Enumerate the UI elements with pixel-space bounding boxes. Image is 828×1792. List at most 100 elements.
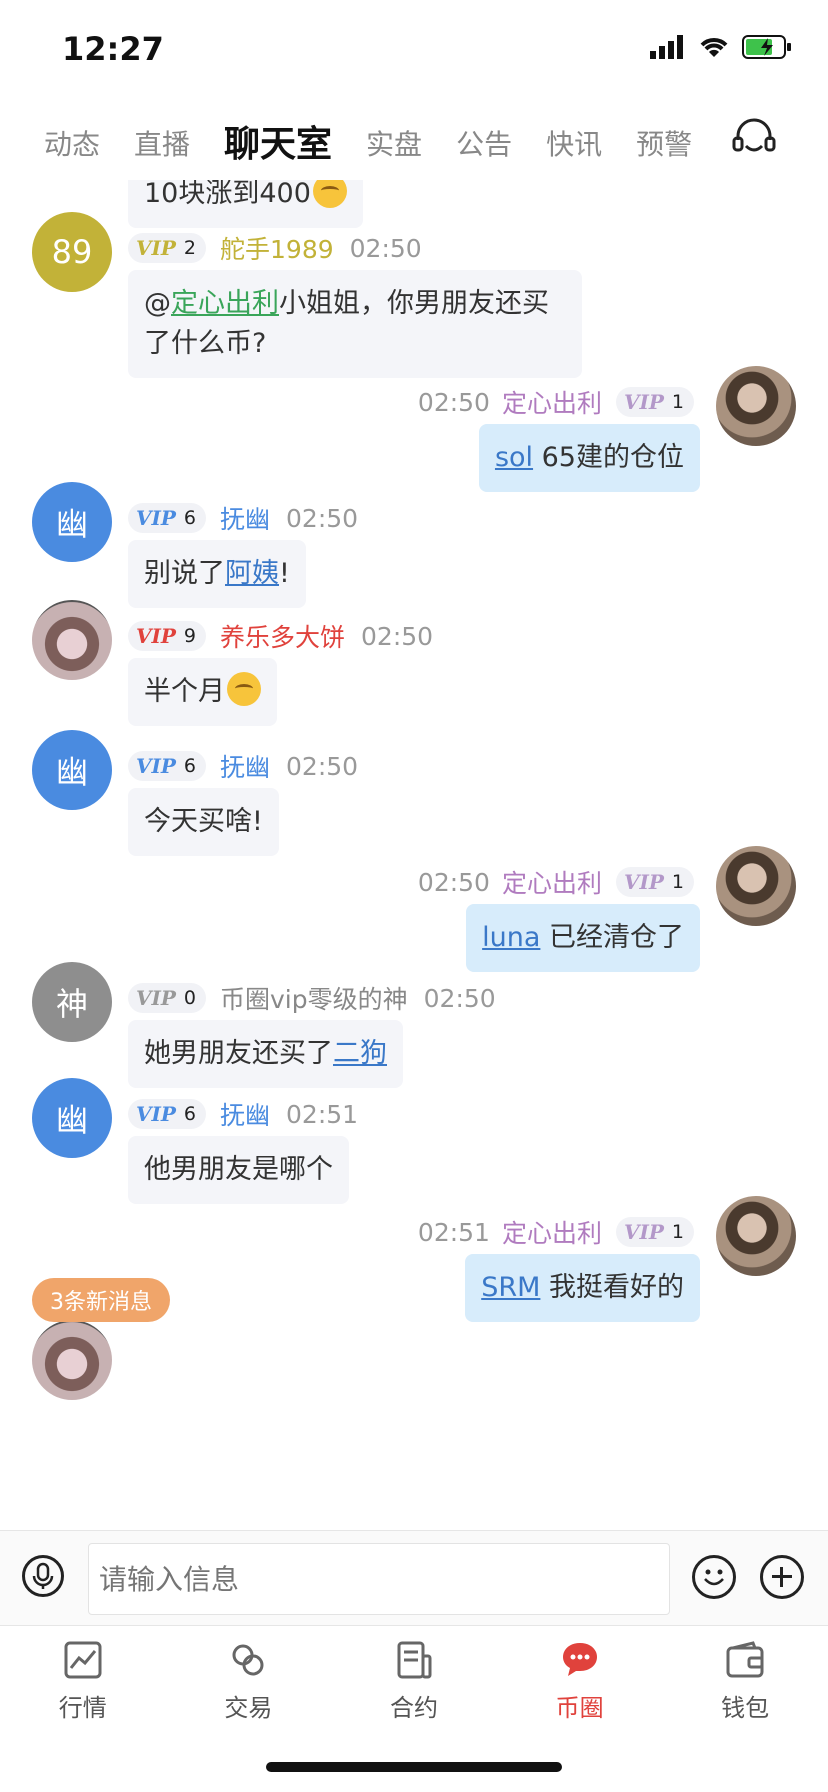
input-bar [0,1530,828,1626]
message-time: 02:50 [349,233,422,263]
message-bubble: 10块涨到400 [128,180,363,228]
avatar[interactable] [716,366,796,446]
vip-mark: VIP [623,1220,664,1244]
message-text: 别说了 [144,558,225,589]
tab-live[interactable]: 直播 [134,120,190,170]
mention-link[interactable]: 定心出利 [171,288,279,319]
message-time: 02:50 [417,867,490,897]
vip-level: 1 [671,871,684,893]
avatar[interactable]: 幽 [32,730,112,810]
avatar[interactable] [32,1320,112,1400]
mention-link[interactable]: 阿姨 [225,558,279,589]
chat-messages[interactable]: 10块涨到400 89 VIP 2 舵手1989 02:50 @定心出利小姐姐，你… [0,180,828,1530]
message-input[interactable] [88,1543,670,1615]
tab-alerts[interactable]: 预警 [636,120,692,170]
message-bubble: 他男朋友是哪个 [128,1136,349,1204]
message-meta: VIP 6 抚幽 02:50 [128,748,358,784]
vip-mark: VIP [136,236,176,260]
vip-badge: VIP 9 [128,621,207,651]
chart-icon [64,1641,102,1679]
top-tabs: 动态 直播 聊天室 实盘 公告 快讯 预警 [0,110,828,180]
message-meta: VIP 9 养乐多大饼 02:50 [128,618,433,654]
tab-announcements[interactable]: 公告 [456,120,512,170]
sender-name[interactable]: 抚幽 [220,748,270,784]
message-bubble: 别说了阿姨! [128,540,306,608]
vip-badge: VIP 6 [128,1099,207,1129]
home-indicator[interactable] [266,1762,562,1772]
nav-item-market[interactable]: 行情 [0,1626,166,1792]
status-bar: 12:27 [0,0,828,100]
message-meta: VIP 6 抚幽 02:50 [128,500,358,536]
vip-level: 1 [671,1221,684,1243]
message-time: 02:50 [286,751,359,781]
avatar[interactable]: 神 [32,962,112,1042]
nav-label: 交易 [224,1694,273,1722]
status-icons [650,34,792,60]
coin-link[interactable]: 二狗 [333,1038,387,1069]
new-messages-badge[interactable]: 3条新消息 [32,1278,170,1322]
vip-badge: VIP 0 [128,983,207,1013]
avatar[interactable]: 幽 [32,482,112,562]
avatar-text: 幽 [55,753,88,791]
sender-name[interactable]: 抚幽 [220,500,270,536]
coin-link[interactable]: sol [495,442,533,473]
sender-name[interactable]: 抚幽 [220,1096,270,1132]
message-meta: VIP 6 抚幽 02:51 [128,1096,358,1132]
sender-name[interactable]: 定心出利 [502,864,602,900]
message-text: 已经清仓了 [540,922,684,953]
avatar-text: 神 [55,985,88,1023]
avatar[interactable]: 89 [32,212,112,292]
tab-dynamics[interactable]: 动态 [44,120,100,170]
vip-mark: VIP [136,986,176,1010]
message-time: 02:51 [417,1217,490,1247]
tab-real-trading[interactable]: 实盘 [366,120,422,170]
avatar[interactable] [716,846,796,926]
vip-mark: VIP [136,506,176,530]
add-button[interactable] [760,1555,804,1599]
emoji-button[interactable] [692,1555,736,1599]
message-meta: VIP 2 舵手1989 02:50 [128,230,422,266]
message-text: 半个月 [144,676,225,707]
status-time: 12:27 [62,30,164,68]
tab-news-flash[interactable]: 快讯 [546,120,602,170]
message-time: 02:50 [361,621,434,651]
message-bubble: 她男朋友还买了二狗 [128,1020,403,1088]
avatar[interactable] [716,1196,796,1276]
battery-icon [742,35,791,59]
vip-level: 6 [183,507,197,529]
message-time: 02:50 [286,503,359,533]
tab-chatroom[interactable]: 聊天室 [224,120,332,170]
headset-icon[interactable] [730,114,778,162]
avatar[interactable] [32,600,112,680]
sender-name[interactable]: 定心出利 [502,1214,602,1250]
message-time: 02:50 [417,387,490,417]
vip-level: 9 [183,625,197,647]
wallet-icon [726,1641,764,1678]
message-text: 她男朋友还买了 [144,1038,333,1069]
sender-name[interactable]: 定心出利 [502,384,602,420]
message-text: 他男朋友是哪个 [144,1154,333,1185]
message-text: 我挺看好的 [540,1272,684,1303]
voice-button[interactable] [22,1555,64,1597]
contract-icon [397,1641,432,1679]
avatar[interactable]: 幽 [32,1078,112,1158]
message-bubble: 半个月 [128,658,277,726]
message-text: 今天买啥! [144,806,263,837]
sender-name[interactable]: 养乐多大饼 [220,618,345,654]
vip-mark: VIP [136,624,176,648]
vip-level: 6 [183,1103,197,1125]
avatar-text: 幽 [55,1101,88,1139]
message-bubble: sol 65建的仓位 [478,424,700,492]
vip-badge: VIP 2 [128,233,207,263]
vip-mark: VIP [623,390,664,414]
nav-item-wallet[interactable]: 钱包 [662,1626,828,1792]
sender-name[interactable]: 币圈vip零级的神 [220,980,408,1016]
vip-mark: VIP [623,870,664,894]
sender-name[interactable]: 舵手1989 [220,230,334,266]
coin-link[interactable]: luna [482,922,540,953]
vip-badge: VIP 6 [128,751,207,781]
coin-link[interactable]: SRM [481,1272,540,1303]
chat-bubble-icon [562,1643,597,1676]
microphone-icon [32,1562,54,1589]
nav-label: 合约 [389,1694,438,1722]
